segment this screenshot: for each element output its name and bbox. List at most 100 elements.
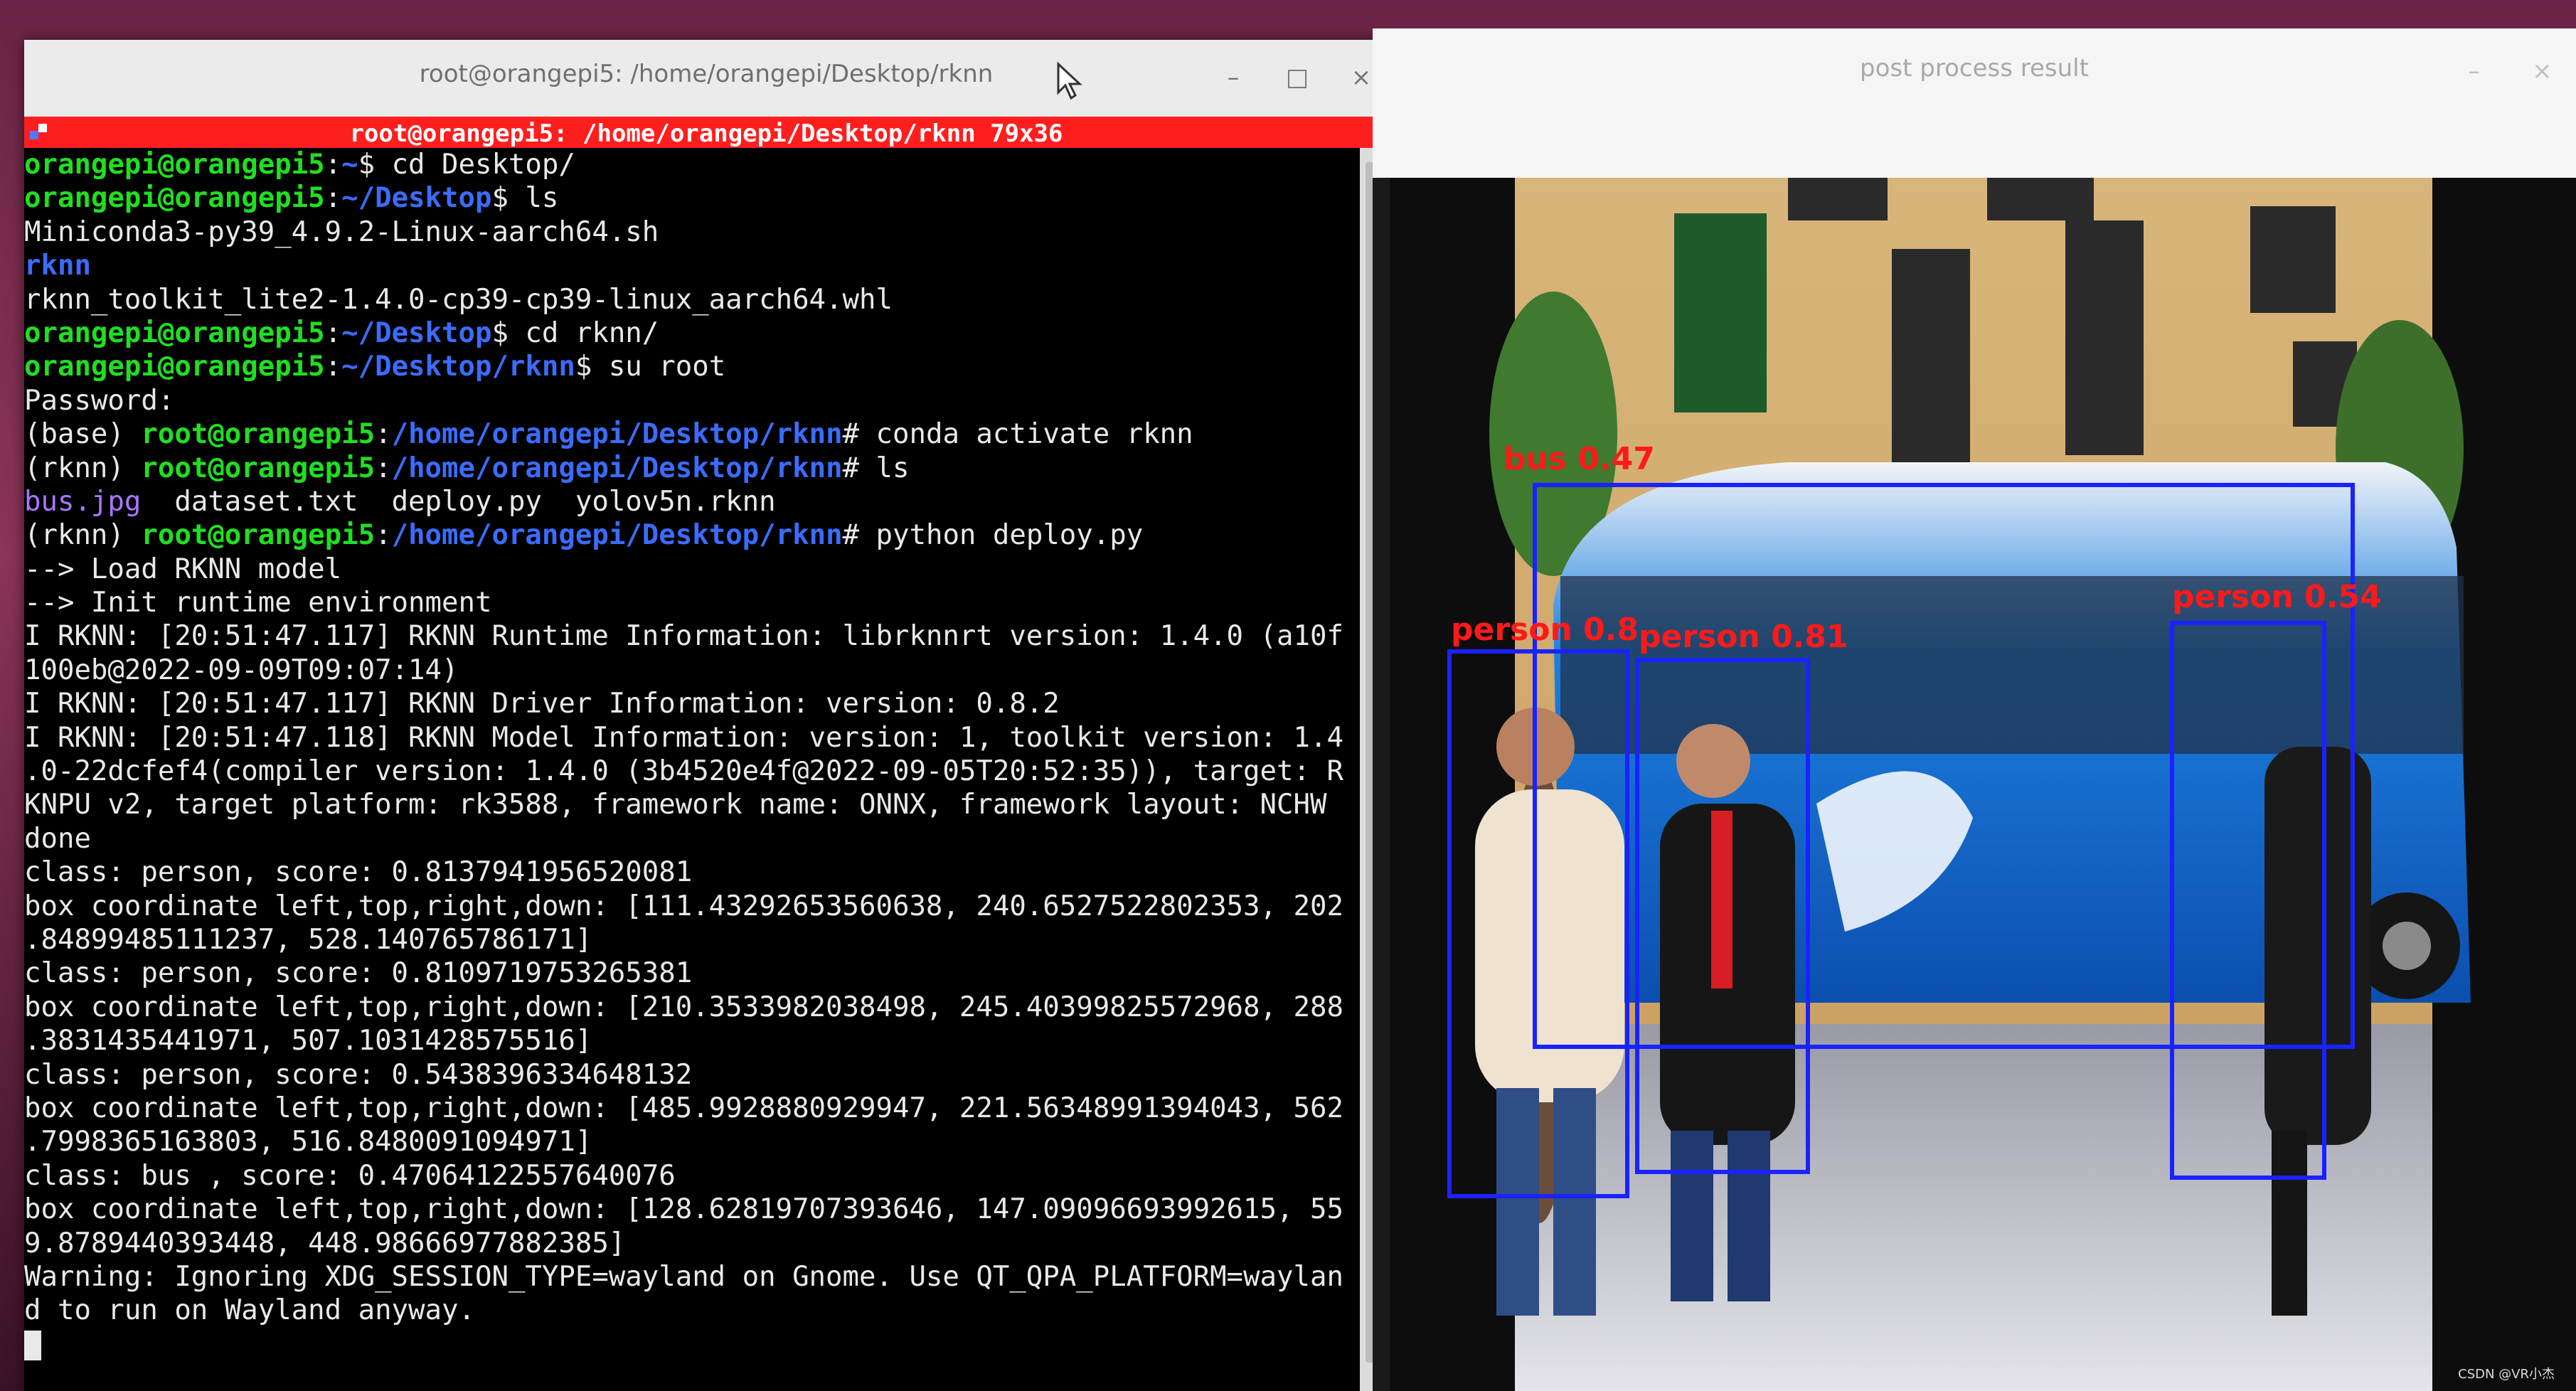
terminal-text: .7998365163803, 516.8480091094971]	[24, 1126, 592, 1158]
detection-label-person: person 0.81	[1639, 619, 1848, 655]
detection-label-bus: bus 0.47	[1503, 441, 1655, 477]
terminal-text: root@orangepi5	[141, 519, 376, 552]
result-window[interactable]: post process result – × bus 0.47 person …	[1373, 28, 2576, 1391]
terminal-line: orangepi@orangepi5:~/Desktop$ cd rknn/	[24, 316, 1343, 350]
detection-image: bus 0.47 person 0.8 person 0.81 person 0…	[1390, 178, 2576, 1391]
terminal-line: box coordinate left,top,right,down: [485…	[24, 1092, 1343, 1125]
terminal-text: I RKNN: [20:51:47.118] RKNN Model Inform…	[24, 721, 1343, 754]
terminal-text: .84899485111237, 528.140765786171]	[24, 923, 592, 956]
terminal-titlebar[interactable]: root@orangepi5: /home/orangepi/Desktop/r…	[24, 40, 1388, 117]
terminal-text: root@orangepi5	[141, 452, 376, 484]
minimize-button[interactable]: –	[2468, 57, 2480, 85]
terminal-text: orangepi@orangepi5	[24, 351, 325, 383]
terminal-line: done	[24, 822, 1343, 856]
terminal-text: dataset.txt deploy.py yolov5n.rknn	[141, 485, 776, 518]
terminal-output[interactable]: orangepi@orangepi5:~$ cd Desktop/orangep…	[24, 148, 1360, 1391]
terminal-text: /home/orangepi/Desktop/rknn	[391, 418, 843, 451]
maximize-button[interactable]: □	[1279, 60, 1315, 95]
terminal-line: bus.jpg dataset.txt deploy.py yolov5n.rk…	[24, 485, 1343, 518]
terminal-text: /home/orangepi/Desktop/rknn	[391, 452, 843, 484]
terminal-window-title: root@orangepi5: /home/orangepi/Desktop/r…	[419, 60, 994, 88]
watermark: CSDN @VR小杰	[2458, 1367, 2555, 1382]
terminal-tab-title: root@orangepi5: /home/orangepi/Desktop/r…	[349, 119, 1063, 148]
terminal-text: :	[324, 149, 342, 181]
terminal-text: I RKNN: [20:51:47.117] RKNN Runtime Info…	[24, 620, 1343, 653]
terminal-text: bus.jpg	[24, 485, 142, 518]
terminal-line: orangepi@orangepi5:~$ cd Desktop/	[24, 148, 1343, 181]
result-titlebar[interactable]: post process result – ×	[1373, 28, 2576, 178]
terminal-line: 100eb@2022-09-09T09:07:14)	[24, 654, 1343, 687]
terminal-text: .3831435441971, 507.1031428575516]	[24, 1025, 592, 1057]
terminal-text: orangepi@orangepi5	[24, 316, 325, 349]
terminal-text: :	[324, 316, 342, 349]
terminal-text: --> Init runtime environment	[24, 587, 492, 619]
terminal-text: done	[24, 822, 91, 855]
terminal-text: --> Load RKNN model	[24, 553, 342, 585]
terminal-line: .84899485111237, 528.140765786171]	[24, 923, 1343, 956]
close-button[interactable]: ×	[2532, 57, 2553, 85]
terminal-text: box coordinate left,top,right,down: [485…	[24, 1092, 1343, 1124]
terminal-text: $ cd Desktop/	[358, 149, 575, 181]
terminal-line: Miniconda3-py39_4.9.2-Linux-aarch64.sh	[24, 215, 1343, 249]
terminal-line: .7998365163803, 516.8480091094971]	[24, 1125, 1343, 1158]
result-window-title: post process result	[1860, 54, 2089, 82]
terminal-text: class: person, score: 0.8109719753265381	[24, 957, 693, 990]
terminal-text: :	[375, 418, 392, 451]
terminal-line: I RKNN: [20:51:47.117] RKNN Driver Infor…	[24, 687, 1343, 720]
terminal-cursor-line	[24, 1328, 1343, 1361]
terminal-text: d to run on Wayland anyway.	[24, 1294, 475, 1327]
minimize-button[interactable]: –	[1215, 60, 1251, 95]
terminal-text: (rknn)	[24, 519, 142, 552]
terminal-lines: orangepi@orangepi5:~$ cd Desktop/orangep…	[24, 148, 1343, 1361]
terminal-line: Password:	[24, 384, 1343, 417]
terminal-text: $ ls	[491, 182, 559, 215]
terminal-line: rknn_toolkit_lite2-1.4.0-cp39-cp39-linux…	[24, 283, 1343, 316]
terminal-text: $ su root	[575, 351, 726, 383]
terminal-line: class: person, score: 0.8137941956520081	[24, 856, 1343, 889]
terminal-text: :	[324, 351, 342, 383]
terminal-line: KNPU v2, target platform: rk3588, framew…	[24, 788, 1343, 821]
terminal-line: (rknn) root@orangepi5:/home/orangepi/Des…	[24, 518, 1343, 552]
terminal-text: $ cd rknn/	[491, 316, 659, 349]
terminal-text: box coordinate left,top,right,down: [128…	[24, 1193, 1343, 1226]
terminal-text: :	[324, 182, 342, 215]
terminal-text: 100eb@2022-09-09T09:07:14)	[24, 654, 459, 686]
terminal-text: # ls	[842, 452, 910, 484]
terminal-line: .0-22dcfef4(compiler version: 1.4.0 (3b4…	[24, 755, 1343, 788]
terminal-text: rknn	[24, 250, 91, 282]
terminal-line: orangepi@orangepi5:~/Desktop/rknn$ su ro…	[24, 350, 1343, 383]
terminal-line: box coordinate left,top,right,down: [128…	[24, 1193, 1343, 1226]
terminal-text: class: person, score: 0.8137941956520081	[24, 856, 693, 889]
terminal-text: orangepi@orangepi5	[24, 149, 325, 181]
street-photo	[1390, 178, 2576, 1391]
terminal-line: orangepi@orangepi5:~/Desktop$ ls	[24, 181, 1343, 215]
text-cursor	[24, 1331, 41, 1361]
mouse-pointer-icon	[1057, 61, 1082, 100]
terminal-line: box coordinate left,top,right,down: [210…	[24, 991, 1343, 1024]
terminal-text: Warning: Ignoring XDG_SESSION_TYPE=wayla…	[24, 1260, 1343, 1293]
terminal-tab-bar: root@orangepi5: /home/orangepi/Desktop/r…	[24, 117, 1388, 148]
detection-label-person: person 0.8	[1451, 612, 1639, 648]
terminal-line: I RKNN: [20:51:47.117] RKNN Runtime Info…	[24, 619, 1343, 653]
terminal-text: I RKNN: [20:51:47.117] RKNN Driver Infor…	[24, 688, 1060, 720]
terminal-line: rknn	[24, 249, 1343, 282]
terminal-text: KNPU v2, target platform: rk3588, framew…	[24, 789, 1327, 821]
terminal-text: ~	[341, 149, 358, 181]
terminal-line: class: person, score: 0.8109719753265381	[24, 956, 1343, 990]
terminal-line: box coordinate left,top,right,down: [111…	[24, 890, 1343, 923]
terminal-line: class: bus , score: 0.47064122557640076	[24, 1159, 1343, 1193]
terminal-line: --> Init runtime environment	[24, 586, 1343, 619]
terminal-text: class: bus , score: 0.47064122557640076	[24, 1159, 676, 1192]
terminal-text: (base)	[24, 418, 142, 451]
terminal-window[interactable]: root@orangepi5: /home/orangepi/Desktop/r…	[24, 40, 1388, 1391]
terminal-text: # conda activate rknn	[842, 418, 1193, 451]
terminal-text: (rknn)	[24, 452, 142, 484]
terminal-text: ~/Desktop	[341, 316, 492, 349]
terminal-text: box coordinate left,top,right,down: [210…	[24, 991, 1343, 1023]
terminal-text: Miniconda3-py39_4.9.2-Linux-aarch64.sh	[24, 215, 659, 248]
terminal-text: rknn_toolkit_lite2-1.4.0-cp39-cp39-linux…	[24, 283, 893, 316]
terminal-line: (rknn) root@orangepi5:/home/orangepi/Des…	[24, 452, 1343, 485]
terminal-line: Warning: Ignoring XDG_SESSION_TYPE=wayla…	[24, 1260, 1343, 1294]
terminal-text: Password:	[24, 384, 175, 417]
terminal-text: :	[375, 519, 392, 552]
